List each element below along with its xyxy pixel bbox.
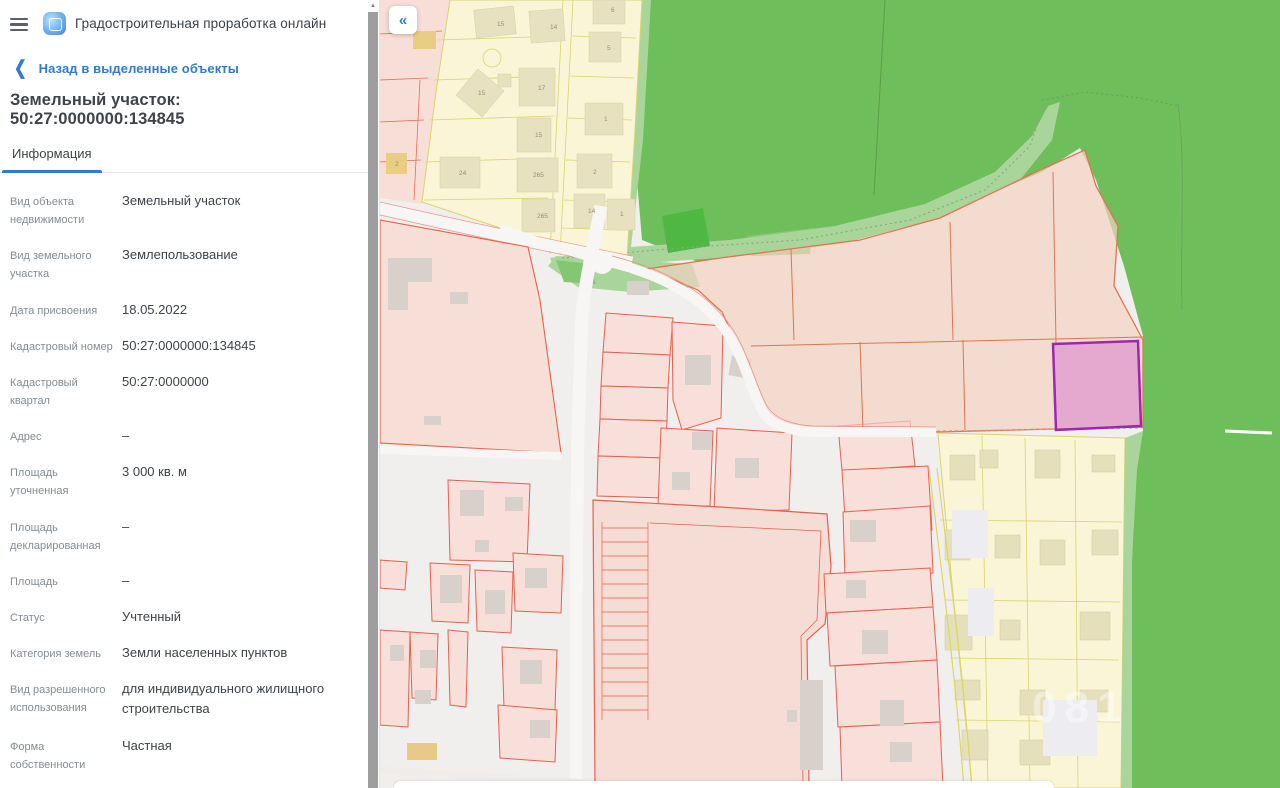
sidebar: Градостроительная проработка онлайн ❮ На… xyxy=(0,0,380,788)
parcel-number-label: 15 xyxy=(535,132,543,139)
info-row: Вид земельного участка Землепользование xyxy=(0,237,368,291)
page-title: Земельный участок: 50:27:0000000:134845 xyxy=(10,91,358,129)
info-row: Адрес – xyxy=(0,418,368,454)
back-link[interactable]: ❮ Назад в выделенные объекты xyxy=(14,61,358,76)
info-row-value: – xyxy=(122,426,368,446)
info-row: Кадастровый номер 50:27:0000000:134845 xyxy=(0,328,368,364)
info-row-value: 50:27:0000000:134845 xyxy=(122,336,368,356)
parcel-number-label: 17 xyxy=(538,85,546,92)
info-row-value: Частная xyxy=(122,736,368,774)
parcel-number-label: 15 xyxy=(497,21,505,28)
info-row: Категория земель Земли населенных пункто… xyxy=(0,635,368,671)
info-row-label: Кадастровый номер xyxy=(10,336,122,356)
info-row-label: Вид объекта недвижимости xyxy=(10,191,122,229)
info-row-value: Землепользование xyxy=(122,245,368,283)
menu-icon[interactable] xyxy=(10,18,28,32)
info-row-label: Площадь уточненная xyxy=(10,462,122,500)
parcel-number-label: 265 xyxy=(533,172,544,179)
info-row-value: Земельный участок xyxy=(122,191,368,229)
parcel-number-label: 5 xyxy=(607,45,611,52)
info-row: Вид разрешенного использования для индив… xyxy=(0,671,368,727)
map-watermark: 081 xyxy=(1032,683,1129,732)
info-row-value: 18.05.2022 xyxy=(122,300,368,320)
parcel-number-label: 15 xyxy=(478,90,486,97)
tab-bar: Информация xyxy=(0,146,368,173)
info-row: Вид объекта недвижимости Земельный участ… xyxy=(0,183,368,237)
scrollbar-thumb[interactable] xyxy=(368,12,378,788)
parcel-number-label: 14 xyxy=(550,24,558,31)
app-window: Градостроительная проработка онлайн ❮ На… xyxy=(0,0,1280,788)
collapse-sidebar-button[interactable]: « xyxy=(389,6,417,34)
scrollbar-up-arrow[interactable]: ▲ xyxy=(368,0,378,12)
info-row-label: Форма собственности xyxy=(10,736,122,774)
info-row: Площадь декларированная – xyxy=(0,509,368,563)
info-row-value: 3 000 кв. м xyxy=(122,462,368,500)
info-row: Площадь уточненная 3 000 кв. м xyxy=(0,454,368,508)
parcel-number-label: 265 xyxy=(537,213,548,220)
info-row: Площадь – xyxy=(0,563,368,599)
sidebar-scrollbar[interactable]: ▲ xyxy=(368,0,378,788)
selected-parcel[interactable] xyxy=(1053,341,1141,430)
map-bottom-bar xyxy=(394,781,1054,788)
info-row-label: Вид разрешенного использования xyxy=(10,679,122,719)
info-row: Кадастровая стоимость 10 055 100 руб. xyxy=(0,782,368,788)
info-row-label: Дата присвоения xyxy=(10,300,122,320)
app-title: Градостроительная проработка онлайн xyxy=(75,16,326,31)
app-logo-icon xyxy=(43,12,66,35)
info-row-value: для индивидуального жилищного строительс… xyxy=(122,679,368,719)
cadastral-map: 081 15 14 6 5 15 17 1 15 2 24 265 2 265 14 1 xyxy=(380,0,1280,788)
info-row-value: Земли населенных пунктов xyxy=(122,643,368,663)
info-row: Статус Учтенный xyxy=(0,599,368,635)
pink-parcel-central-large xyxy=(593,500,831,786)
map-canvas[interactable]: 081 15 14 6 5 15 17 1 15 2 24 265 2 265 14 1 « xyxy=(380,0,1280,788)
parcel-number-label: 1 xyxy=(604,116,608,123)
sidebar-content: Градостроительная проработка онлайн ❮ На… xyxy=(0,0,368,788)
info-row-value: – xyxy=(122,517,368,555)
tab-information[interactable]: Информация xyxy=(2,146,102,172)
info-row-label: Кадастровый квартал xyxy=(10,372,122,410)
parcel-number-label: 24 xyxy=(459,170,467,177)
back-chevron-icon: ❮ xyxy=(14,59,27,78)
info-row-value: 50:27:0000000 xyxy=(122,372,368,410)
parcel-number-label: 1 xyxy=(620,211,624,218)
info-row: Дата присвоения 18.05.2022 xyxy=(0,292,368,328)
info-list: Вид объекта недвижимости Земельный участ… xyxy=(0,183,368,788)
info-row-label: Площадь xyxy=(10,571,122,591)
tan-building xyxy=(407,743,437,760)
info-row-label: Площадь декларированная xyxy=(10,517,122,555)
sidebar-header: Градостроительная проработка онлайн xyxy=(0,0,368,43)
info-row-value: Учтенный xyxy=(122,607,368,627)
back-link-label: Назад в выделенные объекты xyxy=(39,61,239,76)
parcel-number-label: 2 xyxy=(593,169,597,176)
parcel-number-label: 6 xyxy=(611,7,615,14)
info-row: Форма собственности Частная xyxy=(0,728,368,782)
info-row-value: – xyxy=(122,571,368,591)
info-row-label: Вид земельного участка xyxy=(10,245,122,283)
parcel-number-label: 2 xyxy=(395,161,399,168)
info-row-label: Категория земель xyxy=(10,643,122,663)
parcel-number-label: 14 xyxy=(588,208,596,215)
info-row: Кадастровый квартал 50:27:0000000 xyxy=(0,364,368,418)
info-row-label: Адрес xyxy=(10,426,122,446)
info-row-label: Статус xyxy=(10,607,122,627)
